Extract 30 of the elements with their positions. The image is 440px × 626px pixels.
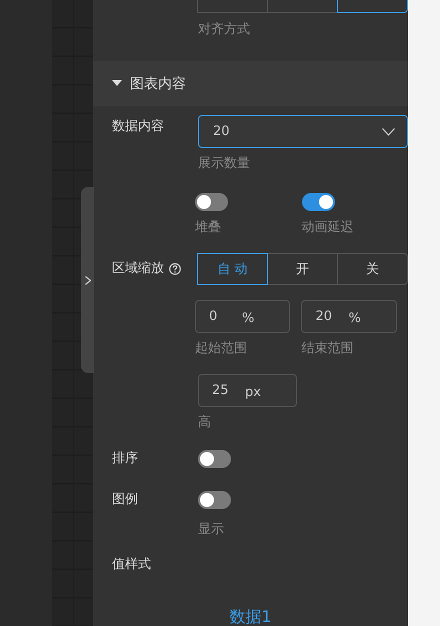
- row-label: 数据内容: [112, 119, 164, 135]
- select-field[interactable]: 20: [198, 115, 408, 148]
- number-field[interactable]: 0 %: [194, 300, 290, 333]
- segment-button[interactable]: 自 动: [197, 253, 268, 285]
- group-heading: 值样式: [112, 557, 151, 573]
- field-caption: 起始范围: [194, 341, 248, 357]
- toggle-caption: 显示: [198, 522, 225, 538]
- chevron-right-icon: [84, 276, 90, 284]
- field-caption: 结束范围: [301, 341, 354, 357]
- toggle-switch[interactable]: [198, 450, 231, 468]
- field-caption: 展示数量: [198, 156, 251, 172]
- toggle-switch[interactable]: [302, 193, 335, 211]
- toggle-caption: 动画延迟: [302, 220, 355, 236]
- section-header[interactable]: 图表内容: [93, 61, 408, 106]
- row-label: 区域缩放: [112, 261, 164, 277]
- number-field[interactable]: 25 px: [198, 374, 297, 407]
- row-label: 图例: [112, 492, 138, 508]
- segment-button[interactable]: 关: [337, 253, 408, 285]
- segment-button[interactable]: 开: [267, 253, 338, 285]
- collapse-handle[interactable]: [81, 187, 94, 373]
- row-label: 排序: [112, 451, 138, 467]
- toggle-switch[interactable]: [198, 491, 231, 509]
- field-caption: 高: [198, 415, 212, 431]
- field-caption: 对齐方式: [198, 22, 251, 38]
- toggle-caption: 堆叠: [195, 220, 222, 236]
- number-field[interactable]: 20 %: [301, 300, 397, 333]
- help-icon[interactable]: [169, 263, 181, 275]
- data-tab[interactable]: 数据1: [93, 607, 408, 626]
- toggle-switch[interactable]: [195, 193, 228, 211]
- chevron-down-icon: [382, 128, 395, 136]
